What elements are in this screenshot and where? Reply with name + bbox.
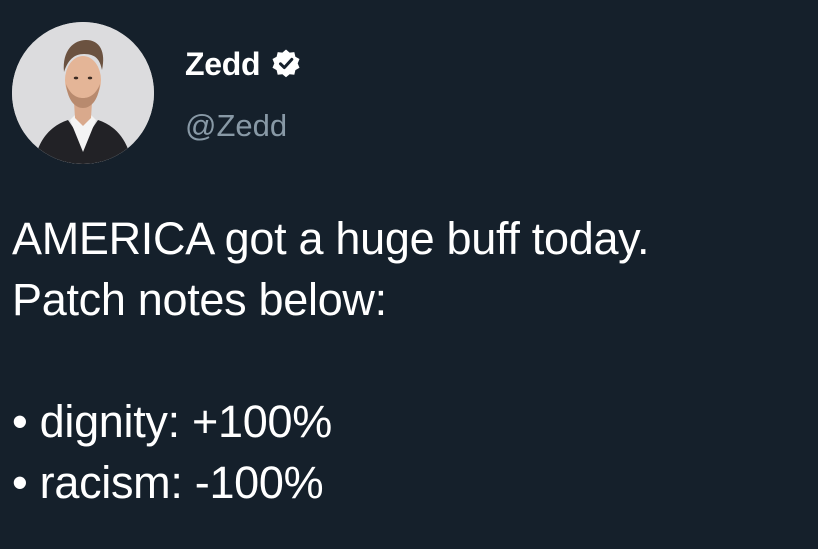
tweet-line-1: AMERICA got a huge buff today. xyxy=(12,213,650,264)
tweet-text: AMERICA got a huge buff today. Patch not… xyxy=(12,208,812,513)
verified-badge-icon xyxy=(270,48,302,80)
avatar[interactable] xyxy=(12,22,154,164)
tweet: Zedd @Zedd AMERICA got a huge buff today… xyxy=(0,0,818,549)
avatar-photo xyxy=(12,22,154,164)
user-header: Zedd @Zedd xyxy=(185,42,302,143)
tweet-line-dignity: • dignity: +100% xyxy=(12,396,332,447)
display-name[interactable]: Zedd xyxy=(185,46,261,83)
name-row: Zedd xyxy=(185,42,302,86)
user-handle[interactable]: @Zedd xyxy=(185,108,287,144)
tweet-line-racism: • racism: -100% xyxy=(12,457,324,508)
tweet-line-2: Patch notes below: xyxy=(12,274,387,325)
